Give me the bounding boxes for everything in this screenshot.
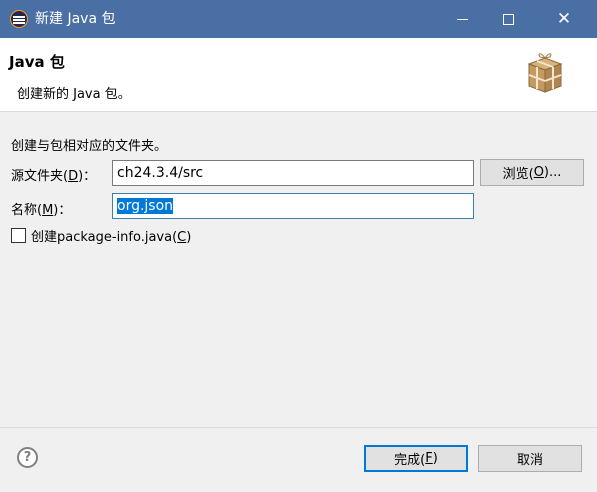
create-package-info-label: 创建package-info.java(C) <box>31 229 192 245</box>
browse-button[interactable]: 浏览(O)... <box>480 159 584 186</box>
page-title: Java 包 <box>9 53 65 71</box>
selected-text: org.json <box>117 198 174 214</box>
create-package-info-option[interactable]: 创建package-info.java(C) <box>11 226 192 245</box>
page-description: 创建新的 Java 包。 <box>17 87 131 102</box>
minimize-button[interactable] <box>439 0 485 38</box>
maximize-icon <box>502 13 514 25</box>
name-label: 名称(M)： <box>11 203 72 218</box>
close-icon: ✕ <box>556 8 572 29</box>
cancel-button[interactable]: 取消 <box>478 445 582 472</box>
help-icon[interactable]: ? <box>17 447 38 468</box>
source-folder-label: 源文件夹(D)： <box>11 169 97 184</box>
title-bar: 新建 Java 包 ✕ <box>0 0 597 38</box>
package-icon <box>527 53 563 93</box>
minimize-icon <box>456 18 468 20</box>
maximize-button[interactable] <box>485 0 531 38</box>
window-title: 新建 Java 包 <box>35 11 116 27</box>
finish-button[interactable]: 完成(F) <box>364 445 468 472</box>
create-package-info-checkbox[interactable] <box>11 227 26 243</box>
source-folder-input[interactable]: ch24.3.4/src <box>112 160 474 186</box>
eclipse-icon <box>10 10 28 28</box>
close-button[interactable]: ✕ <box>541 0 587 38</box>
group-label: 创建与包相对应的文件夹。 <box>11 139 168 154</box>
package-name-input[interactable]: org.json <box>112 193 474 219</box>
footer-divider <box>0 427 597 428</box>
wizard-header: Java 包 创建新的 Java 包。 <box>0 38 597 112</box>
